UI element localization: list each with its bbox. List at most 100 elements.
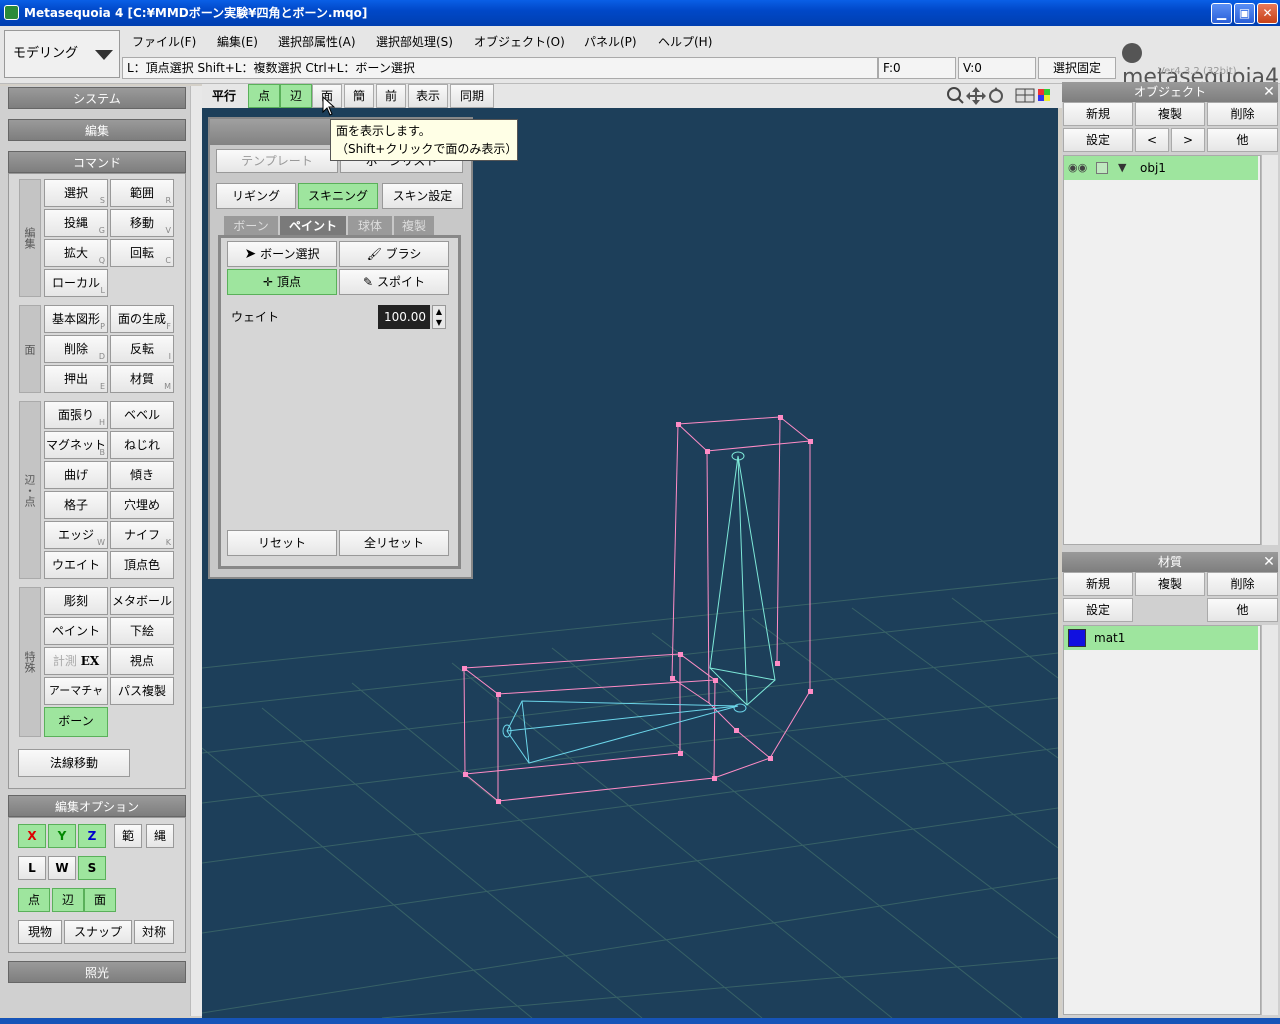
screen-coord-toggle[interactable]: S [78,856,106,880]
extrude-button[interactable]: 押出 E [44,365,108,393]
zoom-icon[interactable] [947,87,964,104]
selection-lock-button[interactable]: 選択固定 [1038,57,1116,79]
section-edit[interactable]: 編集 [8,119,186,141]
object-prev-button[interactable]: < [1135,128,1169,152]
material-color-swatch[interactable] [1068,629,1086,647]
subtab-copy[interactable]: 複製 [394,216,434,236]
object-new-button[interactable]: 新規 [1063,102,1133,126]
maximize-button[interactable]: ▣ [1234,3,1255,24]
bone-select-tool[interactable]: ➤ ボーン選択 [227,241,337,267]
projection-parallel[interactable]: 平行 [212,86,236,106]
material-delete-button[interactable]: 削除 [1207,572,1278,596]
tilt-button[interactable]: 傾き [110,461,174,489]
rotate-button[interactable]: 回転 C [110,239,174,267]
object-other-button[interactable]: 他 [1207,128,1278,152]
left-panel-scrollbar[interactable] [190,86,202,1016]
object-next-button[interactable]: > [1171,128,1205,152]
range-option-toggle[interactable]: 範 [114,824,142,848]
select-button[interactable]: 選択 S [44,179,108,207]
menu-selection-attr[interactable]: 選択部属性(A) [274,32,360,52]
menu-help[interactable]: ヘルプ(H) [654,32,716,52]
menu-selection-process[interactable]: 選択部処理(S) [372,32,457,52]
section-lighting[interactable]: 照光 [8,961,186,983]
materials-panel-title[interactable]: 材質 [1062,552,1278,572]
menu-file[interactable]: ファイル(F) [128,32,200,52]
path-copy-button[interactable]: パス複製 [110,677,174,705]
edge-option-toggle[interactable]: 辺 [52,888,84,912]
lattice-button[interactable]: 格子 [44,491,108,519]
weight-input[interactable]: 100.00 [378,305,430,329]
skin-settings-tab[interactable]: スキン設定 [382,183,463,209]
measure-button[interactable]: 計測 EX [44,647,108,675]
axis-x-toggle[interactable]: X [18,824,46,848]
visibility-eye-icon[interactable]: ◉◉ [1068,156,1087,180]
move-button[interactable]: 移動 V [110,209,174,237]
menu-object[interactable]: オブジェクト(O) [470,32,569,52]
armature-button[interactable]: アーマチャー [44,677,108,723]
range-button[interactable]: 範囲 R [110,179,174,207]
layout-icon[interactable] [1015,88,1035,103]
reset-all-button[interactable]: 全リセット [339,530,449,556]
simple-view-toggle[interactable]: 簡 [344,84,374,108]
close-button[interactable]: ✕ [1257,3,1278,24]
twist-button[interactable]: ねじれ [110,431,174,459]
metaball-button[interactable]: メタボール [110,587,174,615]
local-coord-toggle[interactable]: L [18,856,46,880]
skinning-tab[interactable]: スキニング [298,183,378,209]
flip-button[interactable]: 反転 I [110,335,174,363]
section-edit-options[interactable]: 編集オプション [8,795,186,817]
object-delete-button[interactable]: 削除 [1207,102,1278,126]
objects-panel-title[interactable]: オブジェクト [1062,82,1278,102]
scale-button[interactable]: 拡大 Q [44,239,108,267]
sync-toggle[interactable]: 同期 [450,84,494,108]
vertex-tool[interactable]: ✛ 頂点 [227,269,337,295]
rigging-tab[interactable]: リギング [216,183,296,209]
object-settings-button[interactable]: 設定 [1063,128,1133,152]
current-option-button[interactable]: 現物 [18,920,62,944]
edge-button[interactable]: エッジ W [44,521,108,549]
menu-edit[interactable]: 編集(E) [213,32,262,52]
pan-icon[interactable] [966,87,986,105]
symmetry-option-button[interactable]: 対称 [134,920,174,944]
material-copy-button[interactable]: 複製 [1135,572,1205,596]
axis-z-toggle[interactable]: Z [78,824,106,848]
section-command[interactable]: コマンド [8,151,186,173]
template-button[interactable]: テンプレート [216,149,338,173]
rotate-view-icon[interactable] [989,87,1003,103]
bone-button[interactable]: ボーン [44,707,108,737]
delete-button[interactable]: 削除 D [44,335,108,363]
paint-button[interactable]: ペイント [44,617,108,645]
viewpoint-button[interactable]: 視点 [110,647,174,675]
display-menu-button[interactable]: 表示 [408,84,448,108]
eyedropper-tool[interactable]: ✎ スポイト [339,269,449,295]
subtab-paint[interactable]: ペイント [280,216,346,236]
point-option-toggle[interactable]: 点 [18,888,50,912]
material-new-button[interactable]: 新規 [1063,572,1133,596]
knife-button[interactable]: ナイフ K [110,521,174,549]
lock-checkbox[interactable] [1096,162,1108,174]
mode-selector[interactable]: モデリング [4,30,120,78]
face-stretch-button[interactable]: 面張り H [44,401,108,429]
material-settings-button[interactable]: 設定 [1063,598,1133,622]
subtab-sphere[interactable]: 球体 [348,216,392,236]
face-gen-button[interactable]: 面の生成 F [110,305,174,333]
minimize-button[interactable]: ▁ [1211,3,1232,24]
menu-panel[interactable]: パネル(P) [580,32,641,52]
show-point-toggle[interactable]: 点 [248,84,280,108]
materials-close-icon[interactable]: ✕ [1260,552,1278,572]
reset-button[interactable]: リセット [227,530,337,556]
face-option-toggle[interactable]: 面 [84,888,116,912]
material-row[interactable]: mat1 [1064,626,1258,650]
weight-button[interactable]: ウエイト [44,551,108,579]
object-copy-button[interactable]: 複製 [1135,102,1205,126]
material-other-button[interactable]: 他 [1207,598,1278,622]
snap-option-button[interactable]: スナップ [64,920,132,944]
lasso-button[interactable]: 投縄 G [44,209,108,237]
magnet-button[interactable]: マグネット B [44,431,108,459]
bevel-button[interactable]: ベベル [110,401,174,429]
object-row[interactable]: ◉◉ ▼ obj1 [1064,156,1258,180]
basic-shape-button[interactable]: 基本図形 P [44,305,108,333]
normal-move-button[interactable]: 法線移動 [18,749,130,777]
bend-button[interactable]: 曲げ [44,461,108,489]
section-system[interactable]: システム [8,87,186,109]
